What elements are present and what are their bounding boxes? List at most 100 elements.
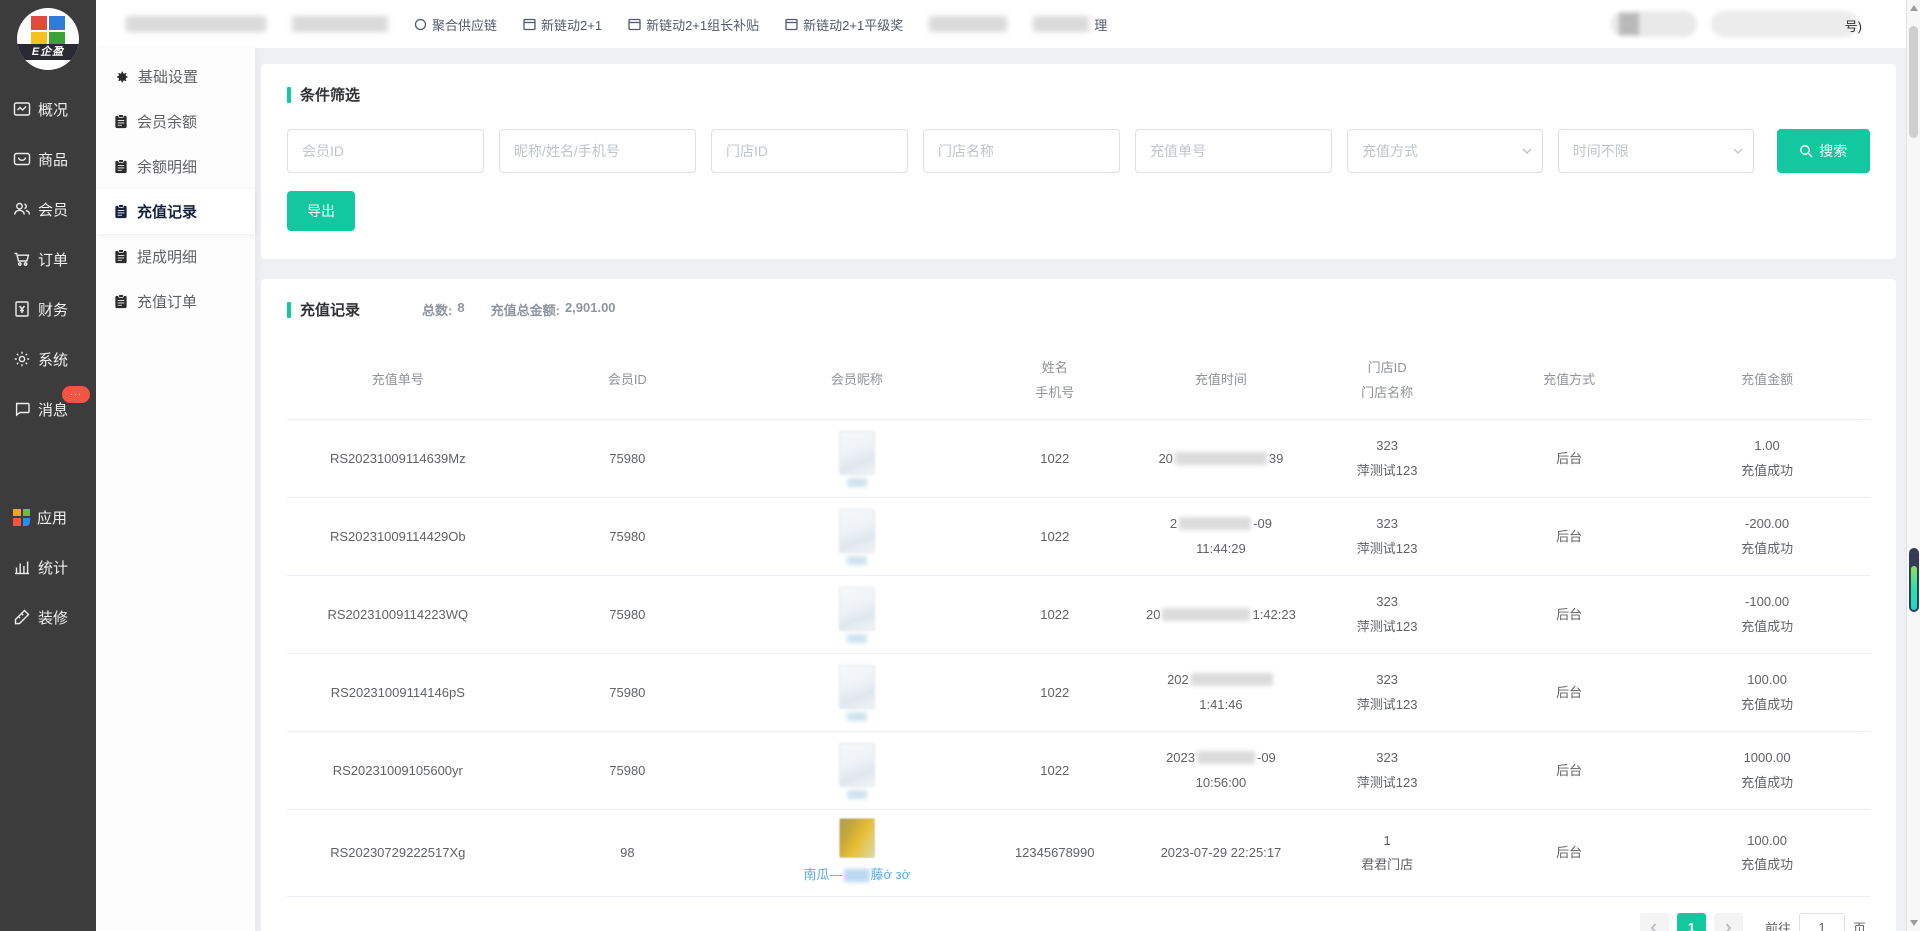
time-select[interactable] (1558, 129, 1754, 173)
member-nickname-link[interactable]: 南瓜— 藤ớ зờ (804, 863, 911, 888)
store-name-input[interactable] (923, 129, 1120, 173)
sidebar-item-label: 订单 (38, 249, 68, 270)
cell-amount: 1000.00充值成功 (1664, 732, 1870, 810)
submenu-item-balance-detail[interactable]: 余额明细 (96, 144, 255, 189)
sidebar-item-system[interactable]: 系统 (0, 334, 96, 384)
cell-phone: 12345678990 (968, 810, 1142, 897)
submenu-item-label: 提成明细 (137, 246, 197, 267)
goto-label: 前往 (1765, 918, 1791, 931)
cell-nickname (746, 732, 968, 810)
cell-method: 后台 (1474, 810, 1664, 897)
cell-nickname (746, 654, 968, 732)
table-row: RS20231009114146pS 75980 1022 2021:41:46… (287, 654, 1870, 732)
blurred-user-pill[interactable] (1611, 11, 1697, 37)
submenu-item-member-balance[interactable]: 会员余额 (96, 99, 255, 144)
system-gear-icon (13, 350, 31, 368)
app-logo[interactable]: E企盈 (17, 8, 79, 70)
method-select[interactable] (1347, 129, 1543, 173)
submenu-item-basic-settings[interactable]: 基础设置 (96, 54, 255, 99)
cell-method: 后台 (1474, 420, 1664, 498)
cell-method: 后台 (1474, 576, 1664, 654)
goto-page-input[interactable] (1799, 913, 1845, 931)
cell-store: 323萍测试123 (1300, 498, 1474, 576)
sidebar-item-decorate[interactable]: 装修 (0, 592, 96, 642)
prev-page-button[interactable] (1640, 913, 1669, 931)
cell-time: 2039 (1142, 420, 1300, 498)
cell-order-no: RS20231009114429Ob (287, 498, 509, 576)
cell-nickname (746, 498, 968, 576)
blurred-avatar (1619, 13, 1639, 35)
tab-label: 新链动2+1 (541, 15, 602, 34)
scrollbar-track (1906, 0, 1920, 931)
member-avatar (839, 665, 875, 709)
sidebar-item-finance[interactable]: 财务 (0, 284, 96, 334)
chevron-left-icon (1648, 922, 1660, 931)
blurred-text (844, 869, 870, 882)
next-page-button[interactable] (1714, 913, 1743, 931)
scrollbar-thumb[interactable] (1909, 26, 1918, 138)
member-id-input[interactable] (287, 129, 484, 173)
method-select-input[interactable] (1347, 129, 1543, 173)
sidebar-item-messages[interactable]: 消息 ··· (0, 384, 96, 434)
filter-card: 条件筛选 搜索 (261, 64, 1896, 259)
scroll-down-arrow[interactable] (1910, 920, 1918, 926)
goods-icon (13, 150, 31, 168)
cell-phone: 1022 (968, 654, 1142, 732)
scroll-indicator-fill (1911, 566, 1917, 610)
sidebar-item-label: 概况 (38, 99, 68, 120)
cell-method: 后台 (1474, 654, 1664, 732)
message-icon (13, 400, 31, 418)
clipboard-icon (114, 294, 128, 309)
filter-title-row: 条件筛选 (287, 84, 1870, 105)
secondary-sidebar: 基础设置 会员余额 余额明细 充值记录 提成明细 充值订单 (96, 48, 255, 931)
table-row: RS20231009114639Mz 75980 1022 2039 323萍测… (287, 420, 1870, 498)
scroll-up-arrow[interactable] (1910, 5, 1918, 11)
clipboard-icon (114, 159, 128, 174)
cell-phone: 1022 (968, 576, 1142, 654)
circle-tab-icon (414, 18, 427, 31)
blurred-tab[interactable] (126, 16, 266, 32)
page-1-button[interactable]: 1 (1677, 913, 1706, 931)
time-select-input[interactable] (1558, 129, 1754, 173)
sidebar-item-label: 财务 (38, 299, 68, 320)
records-card: 充值记录 总数:8 充值总金额:2,901.00 充值单号 会员ID 会员昵称 … (261, 279, 1896, 931)
store-id-input[interactable] (711, 129, 908, 173)
blurred-tab[interactable] (929, 16, 1007, 32)
submenu-item-recharge-orders[interactable]: 充值订单 (96, 279, 255, 324)
filter-title: 条件筛选 (300, 84, 360, 105)
sidebar-item-label: 系统 (38, 349, 68, 370)
submenu-item-recharge-records[interactable]: 充值记录 (96, 189, 255, 234)
tab-label: 新链动2+1组长补贴 (646, 15, 759, 34)
tab-liandong[interactable]: 新链动2+1 (523, 15, 602, 34)
logo-text: E企盈 (17, 44, 79, 60)
sidebar-item-orders[interactable]: 订单 (0, 234, 96, 284)
blurred-account-pill[interactable] (1711, 11, 1858, 37)
table-row: RS20231009114429Ob 75980 1022 2-09 11:44… (287, 498, 1870, 576)
search-button[interactable]: 搜索 (1777, 129, 1870, 173)
sidebar-item-label: 会员 (38, 199, 68, 220)
search-icon (1799, 144, 1813, 158)
submenu-item-label: 余额明细 (137, 156, 197, 177)
tab-pingji-jiang[interactable]: 新链动2+1平级奖 (785, 15, 903, 34)
tab-zuzhang-butie[interactable]: 新链动2+1组长补贴 (628, 15, 759, 34)
export-button[interactable]: 导出 (287, 191, 355, 231)
submenu-item-commission-detail[interactable]: 提成明细 (96, 234, 255, 279)
sidebar-item-overview[interactable]: 概况 (0, 84, 96, 134)
tab-partially-blurred[interactable]: 理 (1033, 15, 1107, 34)
records-stats: 总数:8 充值总金额:2,901.00 (422, 300, 616, 319)
blurred-tab[interactable] (292, 16, 388, 32)
export-button-label: 导出 (307, 201, 335, 221)
cell-time: 201:42:23 (1142, 576, 1300, 654)
sidebar-item-goods[interactable]: 商品 (0, 134, 96, 184)
nickname-input[interactable] (499, 129, 696, 173)
square-tab-icon (628, 18, 641, 31)
sidebar-item-apps[interactable]: 应用 (0, 492, 96, 542)
cell-nickname (746, 576, 968, 654)
square-tab-icon (785, 18, 798, 31)
sidebar-item-statistics[interactable]: 统计 (0, 542, 96, 592)
scroll-indicator-pill[interactable] (1909, 548, 1919, 612)
order-no-input[interactable] (1135, 129, 1332, 173)
tab-supply-chain[interactable]: 聚合供应链 (414, 15, 497, 34)
sidebar-item-members[interactable]: 会员 (0, 184, 96, 234)
statistics-icon (13, 558, 31, 576)
